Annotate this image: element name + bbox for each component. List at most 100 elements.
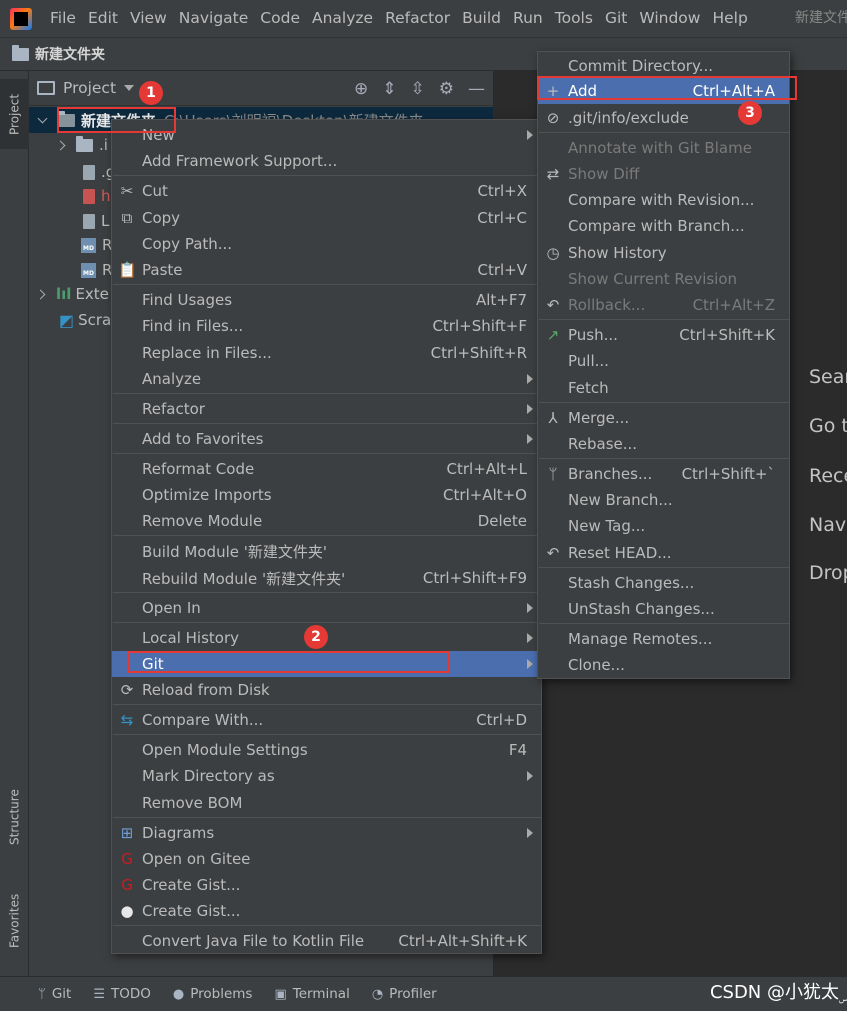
menu-item-convert-java-file-to-kotlin-file[interactable]: Convert Java File to Kotlin File Ctrl+Alt…	[112, 928, 541, 954]
chevron-down-icon[interactable]	[124, 85, 135, 91]
tree-row[interactable]: h	[83, 183, 111, 209]
tool-problems[interactable]: ● Problems	[173, 986, 253, 1002]
menu-item-label: Create Gist...	[142, 902, 241, 920]
menu-navigate[interactable]: Navigate	[173, 0, 255, 37]
file-icon	[83, 188, 95, 204]
menu-item-label: Reset HEAD...	[568, 544, 672, 562]
menu-item-find-in-files[interactable]: Find in Files... Ctrl+Shift+F	[112, 313, 541, 339]
menu-item-diagrams[interactable]: ⊞ Diagrams	[112, 820, 541, 846]
menu-item-find-usages[interactable]: Find Usages Alt+F7	[112, 287, 541, 313]
expand-all-icon[interactable]: ⇕	[382, 79, 396, 99]
menu-view[interactable]: View	[124, 0, 173, 37]
menu-item-reformat-code[interactable]: Reformat Code Ctrl+Alt+L	[112, 456, 541, 482]
menu-item-create-gist[interactable]: ● Create Gist...	[112, 898, 541, 924]
git-item-new-tag[interactable]: New Tag...	[538, 513, 789, 539]
tree-item-label: .i	[99, 136, 108, 154]
minimize-icon[interactable]: —	[468, 79, 485, 99]
tree-row[interactable]: lıl Exte	[35, 281, 109, 307]
menu-analyze[interactable]: Analyze	[306, 0, 379, 37]
menu-item-remove-module[interactable]: Remove Module Delete	[112, 508, 541, 534]
menu-help[interactable]: Help	[706, 0, 753, 37]
menu-item-paste[interactable]: 📋 Paste Ctrl+V	[112, 257, 541, 283]
menu-item-label: Compare With...	[142, 711, 264, 729]
git-item-compare-with-branch[interactable]: Compare with Branch...	[538, 213, 789, 239]
push-icon: ↗	[546, 326, 560, 344]
git-item-rollback[interactable]: ↶ Rollback... Ctrl+Alt+Z	[538, 292, 789, 318]
git-item-branches[interactable]: ᛘ Branches... Ctrl+Shift+`	[538, 461, 789, 487]
menu-item-shortcut: F4	[508, 741, 527, 759]
menu-item-compare-with[interactable]: ⇆ Compare With... Ctrl+D	[112, 707, 541, 733]
menu-item-copy[interactable]: ⧉ Copy Ctrl+C	[112, 205, 541, 231]
chevron-right-icon[interactable]	[35, 289, 46, 299]
menu-git[interactable]: Git	[599, 0, 633, 37]
menu-refactor[interactable]: Refactor	[379, 0, 456, 37]
tool-profiler[interactable]: ◔ Profiler	[372, 986, 437, 1002]
git-item-compare-with-revision[interactable]: Compare with Revision...	[538, 187, 789, 213]
menu-item-open-in[interactable]: Open In	[112, 595, 541, 621]
git-item-pull[interactable]: Pull...	[538, 348, 789, 374]
tab-project[interactable]: Project	[0, 79, 29, 149]
hint-drop: Drop	[809, 562, 847, 584]
git-item-annotate-with-git-blame[interactable]: Annotate with Git Blame	[538, 135, 789, 161]
git-item-reset-head[interactable]: ↶ Reset HEAD...	[538, 540, 789, 566]
locate-icon[interactable]: ⊕	[354, 79, 368, 99]
menu-edit[interactable]: Edit	[82, 0, 124, 37]
menu-item-copy-path[interactable]: Copy Path...	[112, 231, 541, 257]
git-item-merge[interactable]: ⅄ Merge...	[538, 405, 789, 431]
tree-row[interactable]: .i	[55, 132, 108, 158]
git-item-rebase[interactable]: Rebase...	[538, 431, 789, 457]
tree-row[interactable]: L	[83, 208, 109, 234]
menu-item-refactor[interactable]: Refactor	[112, 396, 541, 422]
menu-item-build-module[interactable]: Build Module '新建文件夹'	[112, 538, 541, 564]
menu-item-create-gist[interactable]: G Create Gist...	[112, 872, 541, 898]
breadcrumb-label[interactable]: 新建文件夹	[35, 44, 105, 64]
git-item-fetch[interactable]: Fetch	[538, 375, 789, 401]
menu-item-reload-from-disk[interactable]: ⟳ Reload from Disk	[112, 677, 541, 703]
menu-code[interactable]: Code	[254, 0, 306, 37]
tool-terminal[interactable]: ▣ Terminal	[274, 986, 349, 1002]
git-item-new-branch[interactable]: New Branch...	[538, 487, 789, 513]
menu-item-add-to-favorites[interactable]: Add to Favorites	[112, 426, 541, 452]
menu-item-mark-directory-as[interactable]: Mark Directory as	[112, 763, 541, 789]
menu-build[interactable]: Build	[456, 0, 507, 37]
menu-item-open-on-gitee[interactable]: G Open on Gitee	[112, 846, 541, 872]
menu-item-analyze[interactable]: Analyze	[112, 366, 541, 392]
git-item-show-diff[interactable]: ⇄ Show Diff	[538, 161, 789, 187]
tool-git[interactable]: ᛘ Git	[38, 986, 71, 1002]
diagram-icon: ⊞	[120, 824, 134, 842]
menu-item-rebuild-module[interactable]: Rebuild Module '新建文件夹' Ctrl+Shift+F9	[112, 565, 541, 591]
menu-item-label: Remove Module	[142, 512, 263, 530]
tree-row[interactable]: MD R	[81, 257, 112, 283]
git-item-unstash-changes[interactable]: UnStash Changes...	[538, 596, 789, 622]
git-item-show-history[interactable]: ◷ Show History	[538, 240, 789, 266]
git-item-push[interactable]: ↗ Push... Ctrl+Shift+K	[538, 322, 789, 348]
tab-structure[interactable]: Structure	[0, 777, 29, 857]
menu-item-new[interactable]: New	[112, 122, 541, 148]
branch-icon: ᛘ	[548, 465, 558, 483]
tab-favorites[interactable]: Favorites	[0, 881, 29, 961]
chevron-down-icon[interactable]	[37, 113, 48, 123]
tree-row[interactable]: ◩ Scra	[59, 307, 111, 333]
menu-item-cut[interactable]: ✂ Cut Ctrl+X	[112, 178, 541, 204]
chevron-right-icon[interactable]	[55, 140, 66, 150]
git-item-clone[interactable]: Clone...	[538, 652, 789, 678]
menu-item-optimize-imports[interactable]: Optimize Imports Ctrl+Alt+O	[112, 482, 541, 508]
menu-file[interactable]: File	[44, 0, 82, 37]
menu-item-open-module-settings[interactable]: Open Module Settings F4	[112, 737, 541, 763]
menu-item-replace-in-files[interactable]: Replace in Files... Ctrl+Shift+R	[112, 340, 541, 366]
tool-todo[interactable]: ☰ TODO	[93, 986, 151, 1002]
git-item-manage-remotes[interactable]: Manage Remotes...	[538, 626, 789, 652]
git-item-stash-changes[interactable]: Stash Changes...	[538, 570, 789, 596]
menu-tools[interactable]: Tools	[549, 0, 599, 37]
project-panel-title[interactable]: Project	[63, 79, 116, 97]
git-item-show-current-revision[interactable]: Show Current Revision	[538, 266, 789, 292]
menu-window[interactable]: Window	[633, 0, 706, 37]
collapse-all-icon[interactable]: ⇳	[411, 79, 425, 99]
menu-run[interactable]: Run	[507, 0, 549, 37]
gear-icon[interactable]: ⚙	[439, 79, 454, 99]
menu-item-label: Pull...	[568, 352, 609, 370]
menu-item-remove-bom[interactable]: Remove BOM	[112, 790, 541, 816]
tree-row[interactable]: MD R	[81, 232, 112, 258]
rollback-icon: ↶	[546, 296, 560, 314]
menu-item-add-framework-support[interactable]: Add Framework Support...	[112, 148, 541, 174]
